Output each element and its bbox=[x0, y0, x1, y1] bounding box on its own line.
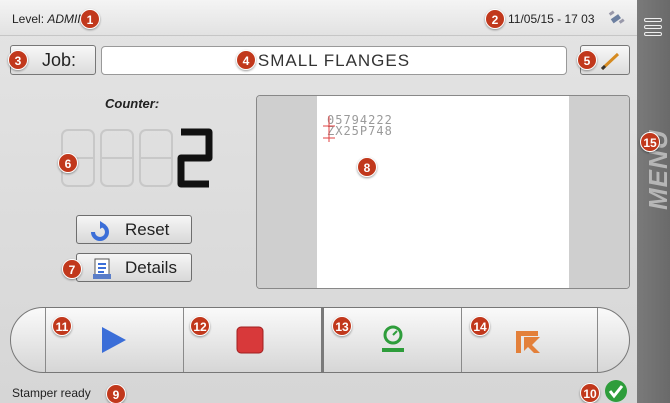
callout-5: 5 bbox=[577, 50, 597, 70]
counter-digit-value: 2 bbox=[177, 128, 213, 188]
counter-digit-blank bbox=[99, 128, 135, 188]
hamburger-icon[interactable] bbox=[644, 18, 662, 39]
job-name-value: SMALL FLANGES bbox=[257, 51, 411, 70]
status-text: Stamper ready bbox=[12, 386, 91, 400]
user-level: Level: ADMIN bbox=[12, 12, 86, 26]
callout-10: 10 bbox=[580, 383, 600, 403]
counter-value-segments bbox=[177, 128, 213, 188]
counter-display: 2 bbox=[60, 128, 216, 188]
callout-1: 1 bbox=[80, 9, 100, 29]
callout-11: 11 bbox=[52, 316, 72, 336]
datetime: 11/05/15 - 17 03 bbox=[508, 12, 595, 26]
job-name-field[interactable]: SMALL FLANGES bbox=[101, 46, 567, 75]
callout-4: 4 bbox=[236, 50, 256, 70]
document-icon bbox=[93, 258, 111, 279]
callout-2: 2 bbox=[485, 9, 505, 29]
origin-crosshair-icon bbox=[323, 116, 335, 142]
app-screen: Level: ADMIN 11/05/15 - 17 03 1 2 MENU 1… bbox=[0, 0, 670, 403]
job-label: Job: bbox=[41, 50, 77, 70]
callout-3: 3 bbox=[8, 50, 28, 70]
callout-14: 14 bbox=[470, 316, 490, 336]
details-button[interactable]: Details bbox=[76, 253, 192, 282]
level-label: Level: bbox=[12, 12, 45, 26]
home-arrow-icon bbox=[516, 331, 540, 353]
callout-15: 15 bbox=[640, 132, 660, 152]
stamp-icon bbox=[382, 325, 404, 352]
callout-7: 7 bbox=[62, 259, 82, 279]
counter-label: Counter: bbox=[105, 96, 160, 111]
menu-panel[interactable]: MENU bbox=[637, 0, 670, 403]
preview-left-margin bbox=[257, 96, 317, 288]
satellite-icon bbox=[608, 10, 625, 24]
stamp-preview: 05794222 ZX25P748 bbox=[256, 95, 630, 289]
transport-end-divider bbox=[597, 308, 598, 372]
callout-9: 9 bbox=[106, 384, 126, 403]
details-label: Details bbox=[125, 258, 177, 277]
preview-line-2: ZX25P748 bbox=[327, 124, 393, 138]
callout-6: 6 bbox=[58, 153, 78, 173]
transport-bar bbox=[10, 307, 630, 373]
callout-13: 13 bbox=[332, 316, 352, 336]
stop-icon bbox=[236, 326, 264, 354]
callout-8: 8 bbox=[357, 157, 377, 177]
counter-digit-blank bbox=[138, 128, 174, 188]
refresh-icon bbox=[91, 221, 109, 241]
reset-button[interactable]: Reset bbox=[76, 215, 192, 244]
preview-right-margin bbox=[569, 96, 629, 288]
reset-label: Reset bbox=[125, 220, 170, 239]
play-icon bbox=[102, 327, 126, 353]
callout-12: 12 bbox=[190, 316, 210, 336]
pencil-icon bbox=[600, 52, 620, 71]
check-icon bbox=[605, 380, 627, 402]
